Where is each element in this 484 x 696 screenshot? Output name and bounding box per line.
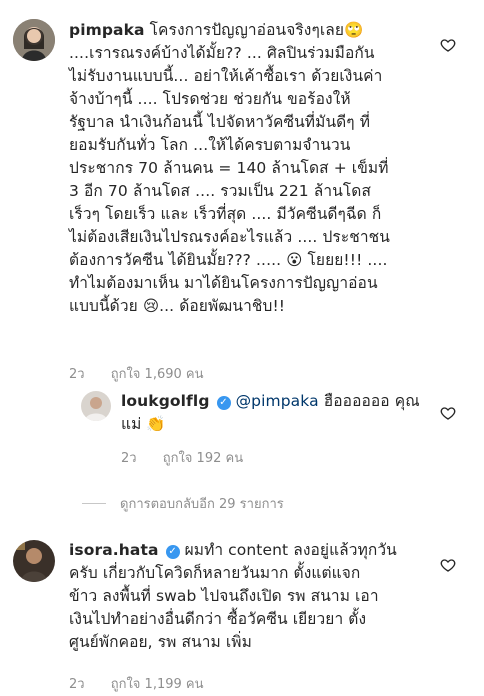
username[interactable]: pimpaka (69, 21, 145, 39)
comment-time: 2ว (69, 367, 85, 382)
username[interactable]: isora.hata (69, 541, 159, 559)
comment-time: 2ว (121, 451, 137, 466)
avatar[interactable] (13, 540, 55, 582)
heart-icon[interactable] (440, 557, 456, 573)
view-more-replies-button[interactable]: ดูการตอบกลับอีก 29 รายการ (82, 493, 284, 514)
mention-link[interactable]: @pimpaka (236, 392, 319, 410)
like-count[interactable]: ถูกใจ 1,690 คน (111, 367, 204, 382)
comment-meta: 2ว ถูกใจ 1,199 คน (69, 673, 226, 694)
verified-badge-icon: ✓ (216, 396, 231, 410)
view-replies-label: ดูการตอบกลับอีก 29 รายการ (120, 497, 284, 512)
comment-text: pimpaka โครงการปัญญาอ่อนจริงๆเลย🙄 ....เร… (69, 21, 390, 315)
verified-badge-icon: ✓ (165, 545, 180, 559)
comment-text: isora.hata ✓ ผมทำ content ลงอยู่แล้วทุกว… (69, 541, 397, 651)
comment-text: loukgolflg ✓ @pimpaka ฮืออออออ คุณ แม่ 👏 (121, 392, 420, 433)
comment-isora-hata: isora.hata ✓ ผมทำ content ลงอยู่แล้วทุกว… (0, 530, 484, 696)
comment-time: 2ว (69, 677, 85, 692)
comment-meta: 2ว ถูกใจ 192 คน (121, 447, 265, 468)
like-count[interactable]: ถูกใจ 1,199 คน (111, 677, 204, 692)
divider (82, 503, 106, 504)
like-count[interactable]: ถูกใจ 192 คน (163, 451, 243, 466)
heart-icon[interactable] (440, 405, 456, 421)
avatar[interactable] (13, 19, 55, 61)
comment-meta: 2ว ถูกใจ 1,690 คน (69, 363, 226, 384)
reply-loukgolflg: loukgolflg ✓ @pimpaka ฮืออออออ คุณ แม่ 👏… (0, 385, 484, 475)
comment-pimpaka: pimpaka โครงการปัญญาอ่อนจริงๆเลย🙄 ....เร… (0, 0, 484, 382)
heart-icon[interactable] (440, 37, 456, 53)
avatar[interactable] (81, 391, 111, 421)
username[interactable]: loukgolflg (121, 392, 210, 410)
